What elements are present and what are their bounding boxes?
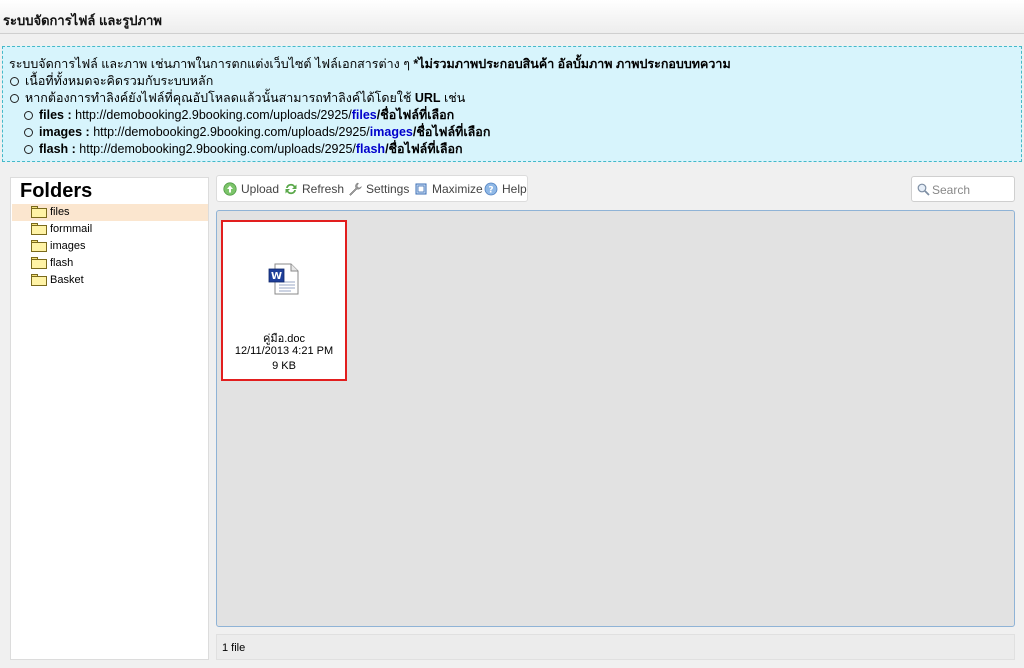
folder-icon — [31, 274, 47, 286]
folder-panel: Folders files formmail images flash Bask… — [10, 177, 209, 660]
folder-label: formmail — [50, 223, 93, 235]
file-item[interactable]: W คู่มือ.doc 12/11/2013 4:21 PM 9 KB — [221, 220, 347, 381]
svg-text:W: W — [271, 271, 282, 282]
app-header: ระบบจัดการไฟล์ และรูปภาพ — [0, 0, 1024, 34]
folder-label: Basket — [50, 274, 84, 286]
folder-icon — [31, 240, 47, 252]
file-list-area[interactable]: W คู่มือ.doc 12/11/2013 4:21 PM 9 KB — [216, 210, 1015, 627]
file-count: 1 file — [222, 642, 246, 654]
page-title: ระบบจัดการไฟล์ และรูปภาพ — [3, 13, 163, 28]
info-box: ระบบจัดการไฟล์ และภาพ เช่นภาพในการตกแต่ง… — [2, 46, 1022, 162]
status-bar: 1 file — [216, 634, 1015, 660]
folder-panel-title: Folders — [20, 180, 93, 202]
help-icon: ? — [484, 182, 498, 196]
info-intro: ระบบจัดการไฟล์ และภาพ เช่นภาพในการตกแต่ง… — [9, 57, 731, 71]
info-list: เนื้อที่ทั้งหมดจะคิดรวมกับระบบหลัก หากต้… — [9, 73, 1015, 158]
svg-text:?: ? — [488, 186, 493, 196]
search-placeholder: Search — [932, 183, 971, 197]
wrench-icon — [349, 182, 362, 196]
folder-icon — [31, 257, 47, 269]
info-bullet-quota: เนื้อที่ทั้งหมดจะคิดรวมกับระบบหลัก — [9, 73, 1015, 90]
folder-item-flash[interactable]: flash — [12, 255, 208, 272]
folder-item-basket[interactable]: Basket — [12, 272, 208, 289]
search-input[interactable]: Search — [911, 176, 1015, 202]
refresh-icon — [285, 183, 297, 195]
folder-item-formmail[interactable]: formmail — [12, 221, 208, 238]
folder-label: flash — [50, 257, 74, 269]
upload-icon — [223, 182, 237, 196]
info-bullet-link: หากต้องการทำลิงค์ยังไฟล์ที่คุณอัปโหลดแล้… — [9, 90, 1015, 107]
file-toolbar: Upload Refresh Settings Maximize ? Help — [216, 175, 528, 202]
maximize-icon — [415, 183, 427, 195]
folder-item-files[interactable]: files — [12, 204, 208, 221]
file-size: 9 KB — [272, 360, 296, 372]
folder-label: images — [50, 240, 86, 252]
folder-icon — [31, 206, 47, 218]
folder-item-images[interactable]: images — [12, 238, 208, 255]
info-example-flash: flash : http://demobooking2.9booking.com… — [9, 141, 1015, 158]
folder-label: files — [50, 206, 70, 218]
word-document-icon: W — [268, 263, 299, 295]
search-icon — [917, 183, 930, 196]
folder-icon — [31, 223, 47, 235]
info-example-images: images : http://demobooking2.9booking.co… — [9, 124, 1015, 141]
file-date: 12/11/2013 4:21 PM — [234, 345, 334, 357]
info-example-files: files : http://demobooking2.9booking.com… — [9, 107, 1015, 124]
